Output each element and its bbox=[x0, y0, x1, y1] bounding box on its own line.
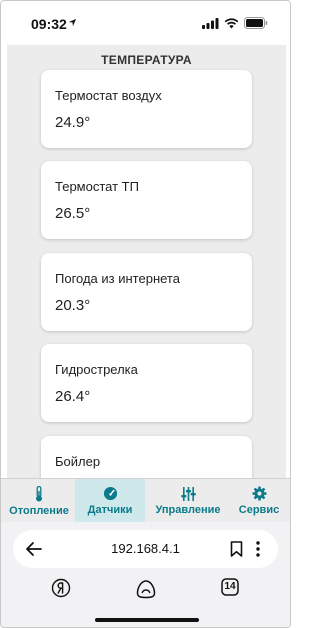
sensor-card-label: Гидрострелка bbox=[55, 362, 138, 377]
sensors-content: ТЕМПЕРАТУРА Термостат воздух 24.9° Термо… bbox=[7, 45, 286, 478]
location-arrow-icon bbox=[68, 18, 77, 27]
yandex-icon[interactable] bbox=[51, 578, 71, 598]
tabs-count: 14 bbox=[224, 581, 236, 592]
nav-item-sensors[interactable]: Датчики bbox=[75, 479, 145, 523]
wifi-icon bbox=[224, 17, 239, 28]
sensor-card-label: Погода из интернета bbox=[55, 271, 180, 286]
nav-item-control[interactable]: Управление bbox=[148, 479, 228, 523]
alice-icon[interactable] bbox=[135, 578, 157, 600]
home-indicator bbox=[95, 618, 199, 622]
browser-toolbar: 192.168.4.1 14 bbox=[1, 522, 290, 627]
section-title: ТЕМПЕРАТУРА bbox=[101, 53, 192, 67]
nav-item-heating[interactable]: Отопление bbox=[3, 479, 75, 523]
nav-item-service[interactable]: Сервис bbox=[228, 479, 290, 523]
status-icons bbox=[202, 17, 268, 29]
nav-item-label: Управление bbox=[155, 503, 221, 516]
sliders-icon bbox=[180, 486, 196, 501]
bookmark-icon[interactable] bbox=[230, 541, 243, 557]
gear-icon bbox=[251, 486, 267, 501]
thermometer-icon bbox=[36, 485, 42, 501]
nav-item-label: Отопление bbox=[9, 504, 69, 517]
nav-item-label: Сервис bbox=[238, 504, 280, 516]
address-bar[interactable]: 192.168.4.1 bbox=[13, 530, 278, 568]
battery-icon bbox=[244, 17, 268, 29]
more-vertical-icon[interactable] bbox=[255, 540, 261, 558]
sensor-card-value: 20.3° bbox=[55, 297, 91, 314]
status-bar: 09:32 bbox=[1, 1, 290, 45]
sensor-card-label: Термостат воздух bbox=[55, 88, 162, 103]
gauge-icon bbox=[103, 486, 117, 501]
sensor-card-floor-thermostat[interactable]: Термостат ТП 26.5° bbox=[41, 161, 252, 239]
sensor-card-hydro-separator[interactable]: Гидрострелка 26.4° bbox=[41, 344, 252, 422]
status-time: 09:32 bbox=[31, 16, 67, 32]
phone-screen: 09:32 ТЕМПЕРАТУРА Термостат воздух 24.9°… bbox=[0, 0, 291, 628]
bottom-nav: Отопление Датчики Управление Сервис bbox=[1, 478, 290, 523]
browser-tool-row: 14 bbox=[1, 574, 290, 604]
sensor-card-boiler[interactable]: Бойлер bbox=[41, 436, 252, 478]
sensor-card-weather[interactable]: Погода из интернета 20.3° bbox=[41, 253, 252, 331]
sensor-card-label: Бойлер bbox=[55, 454, 101, 469]
sensor-card-value: 24.9° bbox=[55, 114, 91, 131]
sensor-card-label: Термостат ТП bbox=[55, 179, 139, 194]
sensor-card-air-thermostat[interactable]: Термостат воздух 24.9° bbox=[41, 70, 252, 148]
nav-item-label: Датчики bbox=[87, 504, 133, 516]
tabs-icon[interactable]: 14 bbox=[221, 578, 239, 596]
signal-icon bbox=[202, 17, 219, 29]
sensor-card-value: 26.5° bbox=[55, 205, 91, 222]
sensor-card-value: 26.4° bbox=[55, 388, 91, 405]
